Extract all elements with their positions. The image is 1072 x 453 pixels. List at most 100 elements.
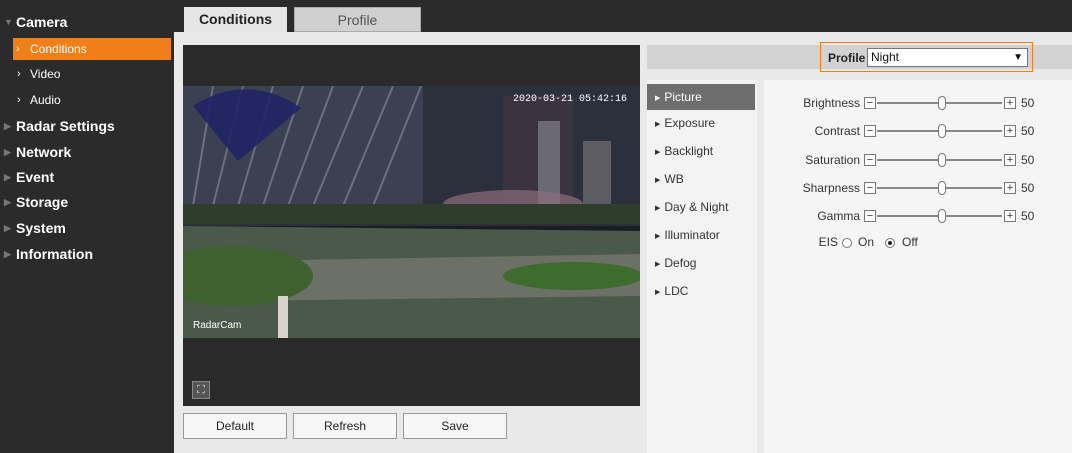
menu-item-label: Exposure [664, 116, 716, 130]
menu-item-label: Backlight [664, 144, 714, 158]
sidebar-item-information[interactable]: ▶ Information [0, 243, 174, 265]
menu-item-label: WB [664, 172, 684, 186]
sidebar-item-label: Event [16, 169, 55, 185]
eis-label: EIS [818, 235, 838, 249]
eis-on-label: On [858, 235, 875, 249]
picture-settings: Brightness − + 50 Contrast − + 50 Satura… [764, 80, 1072, 453]
fit-window-icon[interactable]: ⛶ [192, 381, 210, 399]
saturation-value: 50 [1021, 153, 1035, 167]
sidebar-item-system[interactable]: ▶ System [0, 217, 174, 239]
menu-item-illuminator[interactable]: ▶ Illuminator [647, 222, 757, 248]
picture-menu: ▶ Picture ▶ Exposure ▶ Backlight ▶ WB ▶ Day &… [647, 80, 757, 453]
triangle-right-icon: ▶ [655, 177, 661, 184]
sidebar-item-label: Conditions [30, 42, 87, 56]
sidebar-item-label: System [16, 220, 66, 236]
eis-on-radio[interactable] [842, 238, 852, 248]
saturation-slider-thumb[interactable] [938, 153, 946, 167]
eis-off-label: Off [902, 235, 918, 249]
sidebar-item-label: Audio [30, 93, 61, 107]
video-camera-name: RadarCam [193, 320, 241, 331]
gamma-slider-thumb[interactable] [938, 209, 946, 223]
sidebar-item-label: Camera [16, 14, 68, 30]
menu-item-wb[interactable]: ▶ WB [647, 166, 757, 192]
sharpness-minus-button[interactable]: − [864, 182, 876, 194]
menu-item-backlight[interactable]: ▶ Backlight [647, 138, 757, 164]
main-content: 2020-03-21 05:42:16 RadarCam ⛶ Default R… [174, 32, 1072, 453]
sidebar-item-label: Storage [16, 194, 69, 210]
tab-bar: Conditions Profile Management [174, 0, 1072, 53]
collapsed-triangle-icon: ▶ [4, 172, 11, 182]
chevron-right-icon: › [16, 43, 20, 55]
sidebar: ▼ Camera › Conditions › Video › Audio ▶ … [0, 0, 174, 453]
sidebar-item-audio[interactable]: › Audio [0, 89, 174, 111]
collapsed-triangle-icon: ▶ [4, 223, 11, 233]
menu-item-label: Defog [664, 256, 697, 270]
triangle-right-icon: ▶ [655, 149, 661, 156]
sidebar-item-label: Information [16, 246, 93, 262]
sharpness-value: 50 [1021, 181, 1035, 195]
live-video-panel: 2020-03-21 05:42:16 RadarCam ⛶ [183, 45, 640, 406]
tab-profile-management[interactable]: Profile Management [294, 7, 421, 53]
sharpness-slider-thumb[interactable] [938, 181, 946, 195]
sidebar-item-event[interactable]: ▶ Event [0, 166, 174, 188]
menu-item-label: LDC [664, 284, 689, 298]
collapsed-triangle-icon: ▶ [4, 197, 11, 207]
sidebar-item-label: Radar Settings [16, 118, 115, 134]
profile-label: Profile [828, 51, 866, 65]
sharpness-label: Sharpness [802, 181, 860, 195]
menu-item-picture[interactable]: ▶ Picture [647, 84, 755, 110]
brightness-minus-button[interactable]: − [864, 97, 876, 109]
sidebar-item-storage[interactable]: ▶ Storage [0, 191, 174, 213]
default-button[interactable]: Default [183, 413, 287, 439]
menu-item-defog[interactable]: ▶ Defog [647, 250, 757, 276]
profile-select-value: Night [871, 50, 900, 64]
saturation-minus-button[interactable]: − [864, 154, 876, 166]
chevron-right-icon: › [17, 94, 21, 106]
contrast-slider-thumb[interactable] [938, 124, 946, 138]
triangle-right-icon: ▶ [655, 121, 661, 128]
menu-item-label: Illuminator [664, 228, 720, 242]
sidebar-item-conditions[interactable]: › Conditions [13, 38, 171, 60]
eis-off-radio[interactable] [885, 238, 895, 248]
gamma-plus-button[interactable]: + [1004, 210, 1016, 222]
gamma-value: 50 [1021, 209, 1035, 223]
menu-item-label: Day & Night [664, 200, 729, 214]
contrast-plus-button[interactable]: + [1004, 125, 1016, 137]
sidebar-item-radar-settings[interactable]: ▶ Radar Settings [0, 115, 174, 137]
triangle-right-icon: ▶ [655, 261, 661, 268]
brightness-slider-thumb[interactable] [938, 96, 946, 110]
brightness-value: 50 [1021, 96, 1035, 110]
saturation-plus-button[interactable]: + [1004, 154, 1016, 166]
profile-select[interactable]: Night ▼ [867, 48, 1028, 67]
save-button[interactable]: Save [403, 413, 507, 439]
collapsed-triangle-icon: ▶ [4, 249, 11, 259]
chevron-down-icon: ▼ [1013, 52, 1023, 63]
sidebar-item-label: Video [30, 67, 61, 81]
menu-item-day-night[interactable]: ▶ Day & Night [647, 194, 757, 220]
contrast-label: Contrast [814, 124, 860, 138]
tab-conditions[interactable]: Conditions [184, 7, 287, 32]
collapsed-triangle-icon: ▶ [4, 121, 11, 131]
refresh-button[interactable]: Refresh [293, 413, 397, 439]
sidebar-item-video[interactable]: › Video [0, 63, 174, 85]
saturation-label: Saturation [805, 153, 860, 167]
sidebar-item-camera[interactable]: ▼ Camera [0, 11, 174, 33]
brightness-plus-button[interactable]: + [1004, 97, 1016, 109]
triangle-right-icon: ▶ [655, 205, 661, 212]
collapsed-triangle-icon: ▶ [4, 147, 11, 157]
triangle-right-icon: ▶ [655, 95, 661, 102]
video-timestamp: 2020-03-21 05:42:16 [513, 94, 627, 105]
menu-item-label: Picture [664, 90, 702, 104]
brightness-label: Brightness [803, 96, 860, 110]
sidebar-item-network[interactable]: ▶ Network [0, 141, 174, 163]
menu-item-exposure[interactable]: ▶ Exposure [647, 110, 757, 136]
contrast-minus-button[interactable]: − [864, 125, 876, 137]
triangle-right-icon: ▶ [655, 233, 661, 240]
night-scene-image: 2020-03-21 05:42:16 RadarCam [183, 86, 640, 338]
menu-item-ldc[interactable]: ▶ LDC [647, 278, 757, 304]
sharpness-plus-button[interactable]: + [1004, 182, 1016, 194]
gamma-minus-button[interactable]: − [864, 210, 876, 222]
expanded-triangle-icon: ▼ [4, 17, 13, 27]
live-video-image: 2020-03-21 05:42:16 RadarCam [183, 86, 640, 338]
sidebar-item-label: Network [16, 144, 72, 160]
